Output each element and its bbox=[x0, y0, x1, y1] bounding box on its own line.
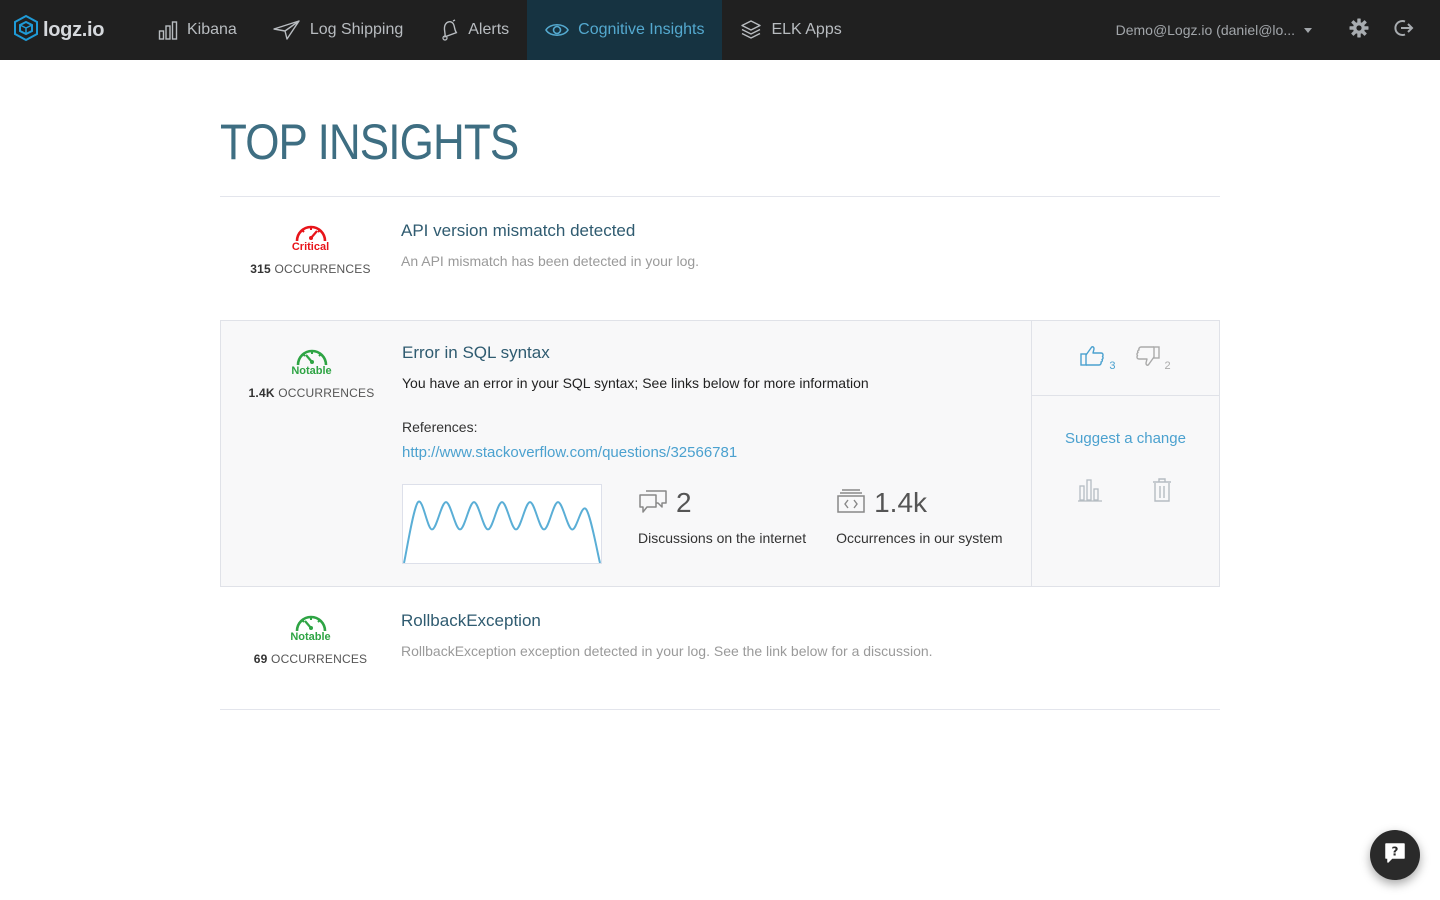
main-content: TOP INSIGHTS Critical 315 OCCURRENCES AP… bbox=[220, 60, 1220, 710]
svg-text:?: ? bbox=[1392, 844, 1399, 858]
stat-value: 2 bbox=[676, 487, 692, 518]
severity-label: Critical bbox=[291, 241, 330, 253]
account-label: Demo@Logz.io (daniel@lo... bbox=[1115, 22, 1295, 38]
insight-description: RollbackException exception detected in … bbox=[401, 643, 933, 659]
thumbs-up-icon bbox=[1080, 345, 1105, 372]
insight-title[interactable]: RollbackException bbox=[401, 611, 1220, 631]
layers-icon bbox=[740, 19, 762, 41]
account-dropdown[interactable]: Demo@Logz.io (daniel@lo... bbox=[1116, 22, 1336, 38]
nav-item-kibana[interactable]: Kibana bbox=[140, 0, 255, 60]
nav-item-elk-apps[interactable]: ELK Apps bbox=[722, 0, 859, 60]
discussion-icon bbox=[638, 488, 668, 519]
help-chat-icon: ? bbox=[1383, 841, 1407, 870]
nav-label: Alerts bbox=[468, 21, 510, 38]
suggest-change-link[interactable]: Suggest a change bbox=[1032, 430, 1219, 447]
downvote-count: 2 bbox=[1164, 359, 1171, 372]
upvote-button[interactable]: 3 bbox=[1080, 345, 1116, 372]
nav-item-alerts[interactable]: Alerts bbox=[421, 0, 527, 60]
upvote-count: 3 bbox=[1109, 359, 1116, 372]
occurrences-count: 315 OCCURRENCES bbox=[250, 262, 371, 276]
nav-label: ELK Apps bbox=[771, 21, 842, 38]
insight-side-panel: 3 2 Suggest a change bbox=[1031, 321, 1219, 586]
delete-button[interactable] bbox=[1150, 477, 1174, 508]
reference-link[interactable]: http://www.stackoverflow.com/questions/3… bbox=[402, 444, 737, 461]
logo[interactable]: logz.io bbox=[0, 0, 140, 60]
occurrences-count: 1.4K OCCURRENCES bbox=[248, 386, 375, 400]
downvote-button[interactable]: 2 bbox=[1135, 345, 1171, 372]
thumbs-down-icon bbox=[1135, 345, 1160, 372]
severity-column: Critical 315 OCCURRENCES bbox=[220, 221, 401, 320]
page-title: TOP INSIGHTS bbox=[220, 114, 519, 170]
nav-label: Log Shipping bbox=[309, 21, 404, 38]
insight-card-expanded: Notable 1.4K OCCURRENCES Error in SQL sy… bbox=[220, 320, 1220, 587]
top-nav: logz.io Kibana Log Shipping Alerts Cogni… bbox=[0, 0, 1440, 60]
severity-label: Notable bbox=[291, 365, 332, 377]
gear-icon bbox=[1349, 18, 1369, 43]
votes: 3 2 bbox=[1032, 321, 1219, 396]
bell-icon bbox=[439, 19, 459, 41]
insight-title[interactable]: API version mismatch detected bbox=[401, 221, 1220, 241]
stat-discussions: 2 Discussions on the internet bbox=[638, 484, 806, 546]
stat-label: Discussions on the internet bbox=[638, 530, 807, 546]
insight-description: An API mismatch has been detected in you… bbox=[401, 253, 700, 269]
insight-content: RollbackException RollbackException exce… bbox=[401, 611, 1220, 709]
insight-description: You have an error in your SQL syntax; Se… bbox=[402, 375, 869, 391]
sparkline-line bbox=[403, 500, 601, 563]
speedometer-critical-icon bbox=[293, 221, 329, 243]
insight-actions bbox=[1032, 477, 1219, 508]
stat-occurrences: 1.4k Occurrences in our system bbox=[836, 484, 1003, 546]
logout-icon bbox=[1393, 18, 1414, 43]
eye-icon bbox=[545, 22, 570, 38]
severity-label: Notable bbox=[290, 631, 331, 643]
bar-chart-icon bbox=[158, 20, 178, 40]
speedometer-notable-icon bbox=[294, 345, 330, 367]
nav-item-cognitive-insights[interactable]: Cognitive Insights bbox=[527, 0, 723, 60]
insight-content: API version mismatch detected An API mis… bbox=[401, 221, 1220, 320]
severity-column: Notable 69 OCCURRENCES bbox=[220, 611, 401, 709]
stat-value: 1.4k bbox=[874, 487, 928, 518]
speedometer-notable-icon bbox=[293, 611, 329, 633]
settings-button[interactable] bbox=[1336, 0, 1381, 60]
nav-item-log-shipping[interactable]: Log Shipping bbox=[255, 0, 421, 60]
references-label: References: bbox=[402, 419, 478, 435]
bar-chart-icon bbox=[1077, 479, 1103, 507]
severity-column: Notable 1.4K OCCURRENCES bbox=[221, 321, 402, 586]
insight-card: Notable 69 OCCURRENCES RollbackException… bbox=[220, 587, 1220, 710]
nav-label: Cognitive Insights bbox=[578, 21, 705, 38]
occurrence-sparkline bbox=[402, 484, 602, 564]
visualize-button[interactable] bbox=[1077, 477, 1103, 508]
stats-row: 2 Discussions on the internet 1.4k Occur… bbox=[402, 484, 1031, 564]
logo-text: logz.io bbox=[43, 18, 105, 41]
code-stack-icon bbox=[836, 488, 866, 519]
insight-content: Error in SQL syntax You have an error in… bbox=[402, 321, 1031, 586]
help-chat-button[interactable]: ? bbox=[1370, 830, 1420, 880]
caret-down-icon bbox=[1304, 27, 1312, 33]
insight-card: Critical 315 OCCURRENCES API version mis… bbox=[220, 197, 1220, 320]
logout-button[interactable] bbox=[1381, 0, 1426, 60]
occurrences-count: 69 OCCURRENCES bbox=[253, 652, 368, 666]
nav-label: Kibana bbox=[187, 21, 237, 38]
logo-cube-icon bbox=[13, 14, 39, 47]
trash-icon bbox=[1150, 478, 1174, 507]
insight-title[interactable]: Error in SQL syntax bbox=[402, 343, 1031, 363]
paper-plane-icon bbox=[273, 20, 301, 40]
stat-label: Occurrences in our system bbox=[836, 530, 1003, 546]
